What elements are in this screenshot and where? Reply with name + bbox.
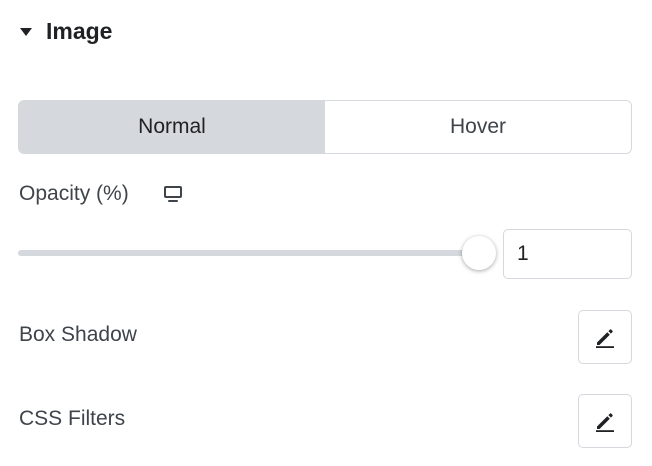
section-title: Image (46, 18, 113, 44)
opacity-slider-thumb[interactable] (462, 236, 496, 270)
tab-normal[interactable]: Normal (19, 101, 325, 153)
css-filters-edit-button[interactable] (578, 394, 632, 448)
opacity-slider[interactable] (18, 236, 496, 272)
opacity-label: Opacity (%) (19, 182, 129, 205)
section-header-image[interactable]: Image (20, 18, 112, 45)
tab-hover[interactable]: Hover (325, 101, 631, 153)
image-style-panel: Image Normal Hover Opacity (%) Box Shado… (0, 0, 652, 466)
opacity-slider-track[interactable] (18, 250, 480, 256)
state-tabs: Normal Hover (18, 100, 632, 154)
caret-down-icon (20, 28, 32, 36)
pencil-edit-icon (596, 413, 614, 432)
pencil-edit-icon (596, 329, 614, 348)
css-filters-label: CSS Filters (19, 407, 126, 430)
desktop-monitor-icon[interactable] (163, 184, 183, 204)
box-shadow-edit-button[interactable] (578, 310, 632, 364)
opacity-number-input[interactable] (503, 229, 632, 279)
opacity-label-row: Opacity (%) (19, 182, 183, 206)
box-shadow-label: Box Shadow (19, 323, 137, 346)
